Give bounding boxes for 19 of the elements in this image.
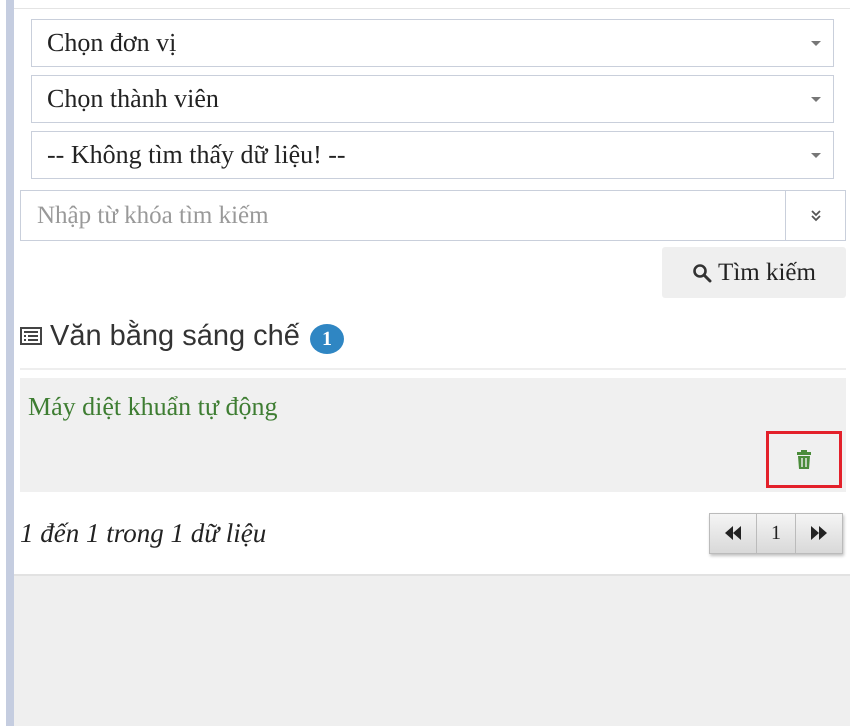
search-field[interactable]: Nhập từ khóa tìm kiếm <box>20 190 785 241</box>
trash-icon <box>796 450 812 470</box>
double-right-icon <box>810 526 828 540</box>
caret-icon <box>811 96 821 102</box>
list-icon <box>20 327 42 345</box>
item-title[interactable]: Máy diệt khuẩn tự động <box>28 392 842 422</box>
dropdown[interactable]: Chọn thành viên <box>31 75 834 123</box>
delete-button[interactable] <box>766 431 842 488</box>
count-badge: 1 <box>310 324 344 354</box>
search-icon <box>692 262 712 282</box>
search-button[interactable]: Tìm kiếm <box>662 247 846 298</box>
section-title: Văn bằng sáng chế <box>50 320 300 352</box>
double-chevron-icon <box>810 210 822 222</box>
dropdown[interactable]: -- Không tìm thấy dữ liệu! -- <box>31 131 834 179</box>
caret-icon <box>811 152 821 158</box>
pagination-summary: 1 đến 1 trong 1 dữ liệu <box>20 518 266 548</box>
dropdown[interactable]: Chọn đơn vị <box>31 19 834 67</box>
caret-icon <box>811 40 821 46</box>
double-left-icon <box>724 526 742 540</box>
